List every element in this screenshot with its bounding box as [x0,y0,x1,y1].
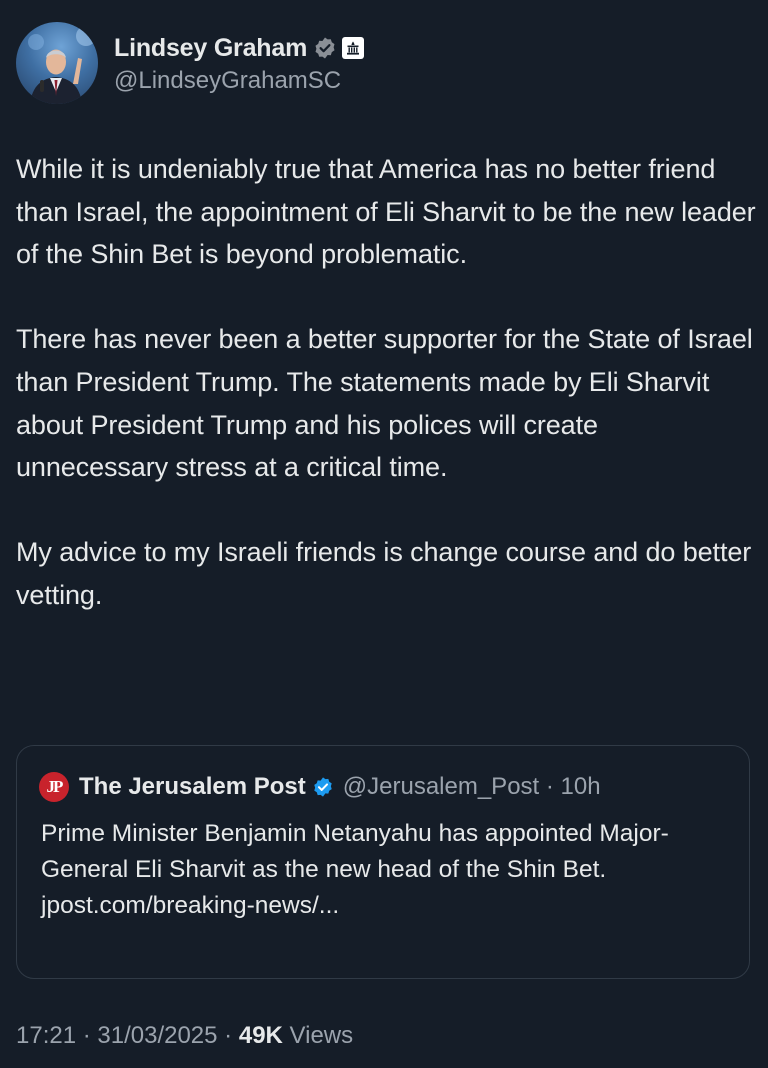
quoted-tweet-header: JP The Jerusalem Post @Jerusalem_Post · … [39,770,601,804]
tweet-meta: 17:21 · 31/03/2025 · 49K Views [16,1022,353,1050]
avatar[interactable] [16,22,98,104]
tweet-timestamp[interactable]: 17:21 · 31/03/2025 · [16,1022,239,1049]
tweet-text: While it is undeniably true that America… [16,148,756,617]
quoted-tweet-text: Prime Minister Benjamin Netanyahu has ap… [41,816,731,924]
quoted-tweet[interactable]: JP The Jerusalem Post @Jerusalem_Post · … [16,745,750,979]
quoted-author-handle-time[interactable]: @Jerusalem_Post · 10h [343,773,601,801]
author-display-name[interactable]: Lindsey Graham [114,34,307,63]
tweet-paragraph: There has never been a better supporter … [16,324,753,483]
quoted-author-name[interactable]: The Jerusalem Post [79,773,306,801]
author-handle[interactable]: @LindseyGrahamSC [114,67,364,95]
author-info: Lindsey Graham @LindseyGrahamSC [114,31,365,95]
government-building-icon[interactable] [342,37,365,59]
verified-badge-icon[interactable] [313,36,337,60]
tweet-card: Lindsey Graham @LindseyGrahamSC While it… [0,0,768,1068]
views-label: Views [282,1022,354,1049]
tweet-paragraph: While it is undeniably true that America… [16,154,756,270]
jerusalem-post-logo-icon: JP [39,772,69,802]
quoted-tweet-body: Prime Minister Benjamin Netanyahu has ap… [41,820,669,883]
tweet-paragraph: My advice to my Israeli friends is chang… [16,537,752,610]
author-name-row: Lindsey Graham [114,31,365,65]
avatar-portrait-icon [28,26,96,104]
quoted-tweet-link[interactable]: jpost.com/breaking-news/... [41,892,339,919]
tweet-header: Lindsey Graham @LindseyGrahamSC [16,21,365,105]
views-count: 49K [238,1022,283,1049]
verified-badge-icon [314,777,332,797]
